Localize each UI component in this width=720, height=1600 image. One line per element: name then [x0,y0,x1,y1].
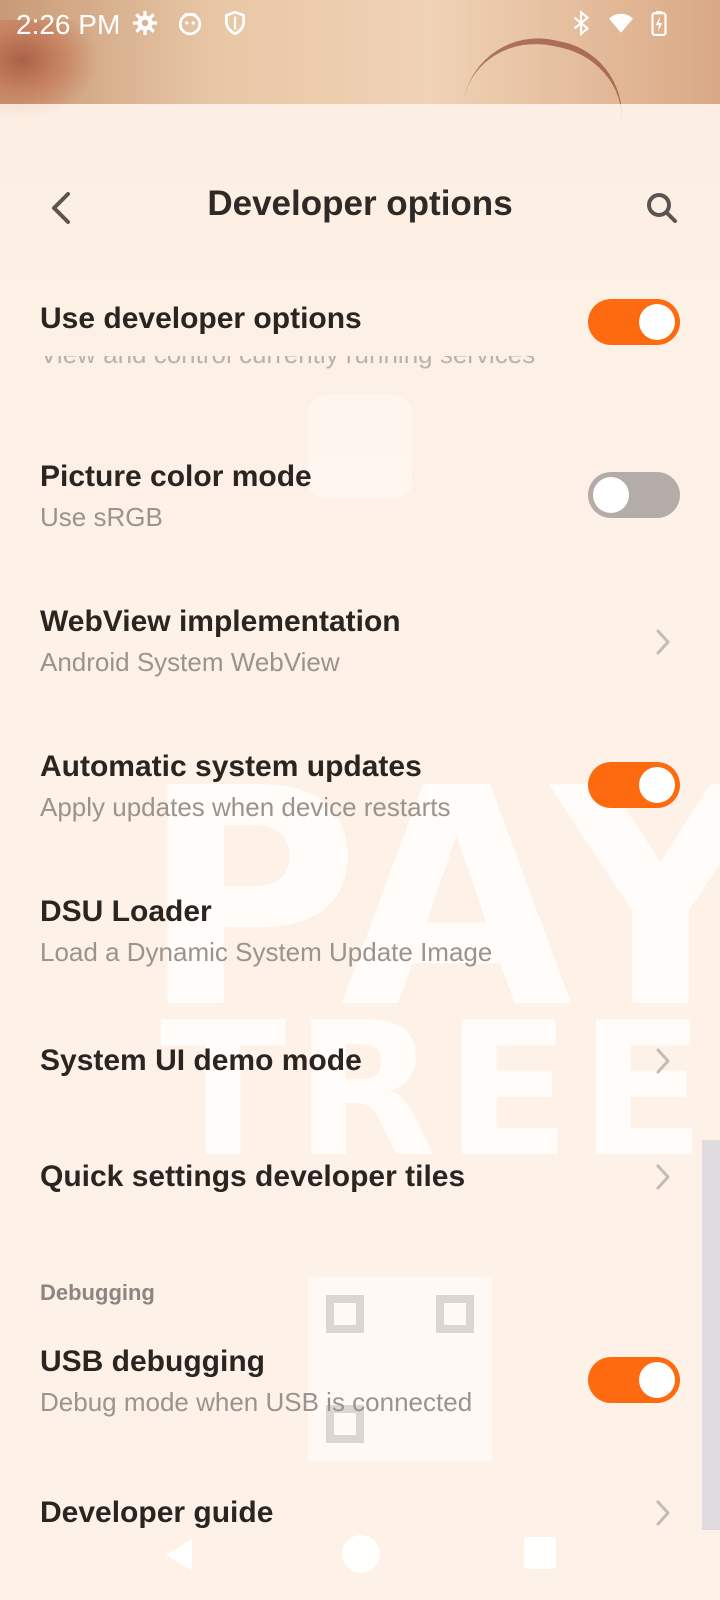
setting-usb-debugging[interactable]: USB debugging Debug mode when USB is con… [0,1345,720,1429]
setting-title: Picture color mode [40,460,312,493]
toggle-switch[interactable] [588,472,680,518]
face-icon [178,12,202,36]
setting-title: Use developer options [40,302,362,335]
toggle-switch[interactable] [588,1357,680,1403]
partially-scrolled-summary: View and control currently running servi… [40,356,535,378]
setting-title: Automatic system updates [40,750,422,783]
bluetooth-icon [573,10,590,36]
setting-picture-color-mode[interactable]: Picture color mode Use sRGB [0,460,720,544]
toggle-switch[interactable] [588,762,680,808]
setting-webview-implementation[interactable]: WebView implementation Android System We… [0,605,720,689]
status-bar: 2:26 PM [0,0,720,48]
screen: PAY TREE 2:26 PM Developer options Use d… [0,0,720,1600]
setting-summary: Use sRGB [40,502,163,532]
setting-system-ui-demo-mode[interactable]: System UI demo mode [0,1040,720,1084]
nav-recents-icon[interactable] [524,1537,556,1569]
battery-charging-icon [651,11,667,36]
setting-title: USB debugging [40,1345,265,1378]
shield-icon [224,10,246,36]
toolbar: Developer options [0,170,720,250]
status-time: 2:26 PM [16,9,121,40]
setting-quick-settings-developer-tiles[interactable]: Quick settings developer tiles [0,1156,720,1200]
chevron-right-icon [656,629,670,655]
section-header-debugging: Debugging [40,1280,155,1305]
toggle-knob [639,304,675,340]
gear-icon [133,11,157,35]
chevron-right-icon [656,1164,670,1190]
toggle-knob [639,1362,675,1398]
setting-automatic-system-updates[interactable]: Automatic system updates Apply updates w… [0,750,720,834]
setting-use-developer-options[interactable]: Use developer options [0,290,720,354]
setting-summary: Load a Dynamic System Update Image [40,937,493,967]
setting-title: Quick settings developer tiles [40,1160,466,1193]
setting-summary: Debug mode when USB is connected [40,1387,473,1417]
chevron-right-icon [656,1048,670,1074]
toggle-knob [593,477,629,513]
page-title: Developer options [207,184,513,223]
wifi-icon [609,13,633,33]
setting-summary: Android System WebView [40,647,340,677]
setting-title: WebView implementation [40,605,401,638]
nav-home-icon[interactable] [342,1535,380,1573]
search-icon[interactable] [642,188,682,228]
toggle-knob [639,767,675,803]
setting-title: System UI demo mode [40,1044,362,1077]
navigation-bar [0,1525,720,1595]
setting-summary: Apply updates when device restarts [40,792,451,822]
toggle-switch[interactable] [588,299,680,345]
setting-title: DSU Loader [40,895,212,928]
nav-back-icon[interactable] [162,1537,196,1573]
setting-dsu-loader[interactable]: DSU Loader Load a Dynamic System Update … [0,895,720,979]
